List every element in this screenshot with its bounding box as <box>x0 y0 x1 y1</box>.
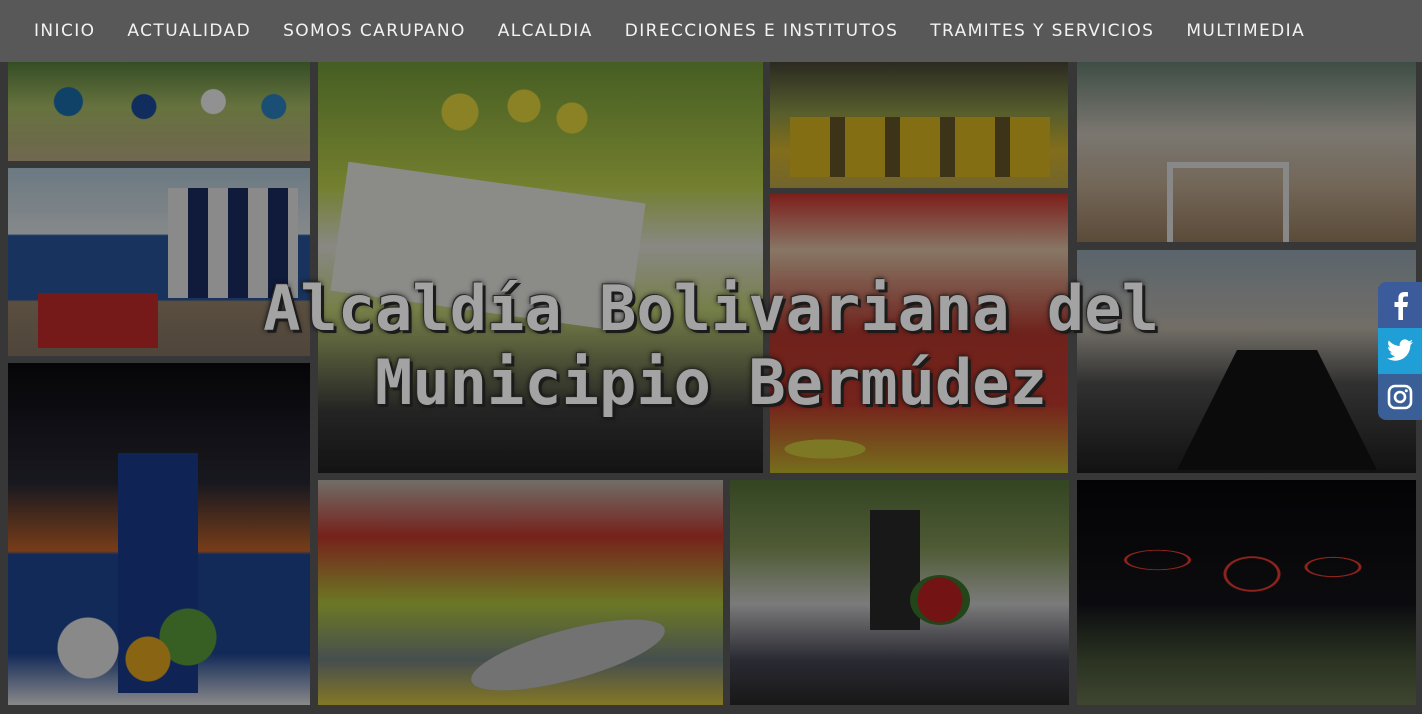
social-sidebar <box>1378 282 1422 420</box>
facebook-icon <box>1394 292 1408 320</box>
nav-item-somos-carupano[interactable]: SOMOS CARUPANO <box>267 0 482 62</box>
nav-item-direcciones-institutos[interactable]: DIRECCIONES E INSTITUTOS <box>609 0 915 62</box>
page-title: Alcaldía Bolivariana del Municipio Bermú… <box>0 272 1422 420</box>
facebook-button[interactable] <box>1378 282 1422 328</box>
twitter-button[interactable] <box>1378 328 1422 374</box>
nav-item-alcaldia[interactable]: ALCALDIA <box>482 0 609 62</box>
page-title-line-2: Municipio Bermúdez <box>375 346 1047 419</box>
main-navbar: INICIO ACTUALIDAD SOMOS CARUPANO ALCALDI… <box>0 0 1422 62</box>
twitter-icon <box>1387 339 1413 361</box>
instagram-icon <box>1387 384 1413 410</box>
instagram-button[interactable] <box>1378 374 1422 420</box>
nav-item-inicio[interactable]: INICIO <box>18 0 111 62</box>
nav-item-actualidad[interactable]: ACTUALIDAD <box>111 0 267 62</box>
nav-item-multimedia[interactable]: MULTIMEDIA <box>1170 0 1321 62</box>
page-title-line-1: Alcaldía Bolivariana del <box>263 272 1159 345</box>
nav-item-tramites-servicios[interactable]: TRAMITES Y SERVICIOS <box>914 0 1170 62</box>
